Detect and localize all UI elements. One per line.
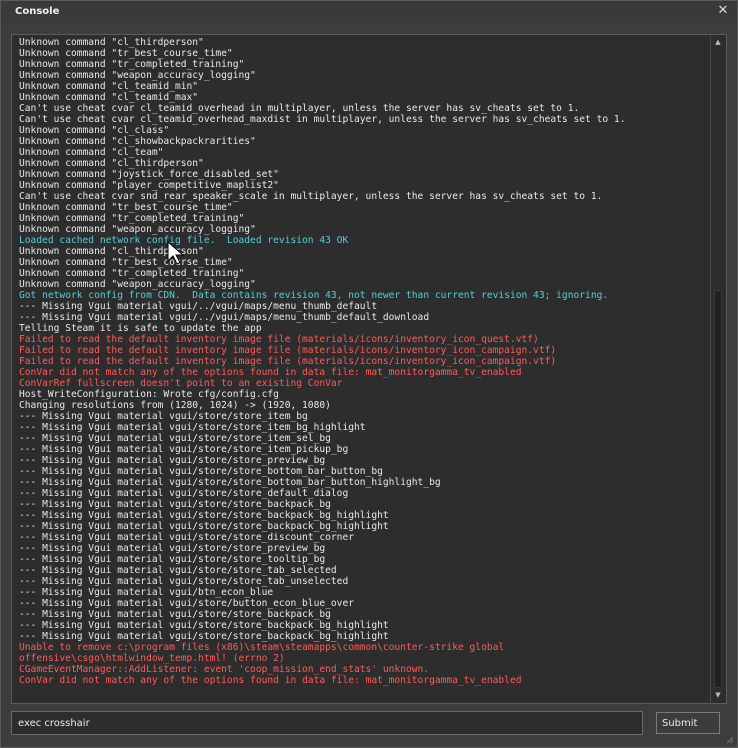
- log-line: Unknown command "joystick_force_disabled…: [19, 169, 279, 180]
- submit-button[interactable]: Submit: [656, 712, 720, 734]
- log-line: --- Missing Vgui material vgui/store/sto…: [19, 499, 331, 510]
- log-line: Unknown command "cl_class": [19, 125, 170, 136]
- log-line: Unknown command "weapon_accuracy_logging…: [19, 70, 256, 81]
- log-line: Unknown command "tr_best_course_time": [19, 202, 233, 213]
- log-line: --- Missing Vgui material vgui/btn_econ_…: [19, 587, 274, 598]
- resize-grip-icon[interactable]: [726, 736, 734, 744]
- log-line: Unknown command "weapon_accuracy_logging…: [19, 224, 256, 235]
- log-line: Telling Steam it is safe to update the a…: [19, 323, 262, 334]
- log-line: Unknown command "cl_thirdperson": [19, 37, 204, 48]
- close-icon[interactable]: ✕: [716, 3, 730, 19]
- log-line: Unknown command "cl_showbackpackrarities…: [19, 136, 256, 147]
- window-title: Console: [15, 6, 60, 17]
- log-line: --- Missing Vgui material vgui/store/sto…: [19, 576, 349, 587]
- log-line: Unknown command "tr_best_course_time": [19, 48, 233, 59]
- log-line: Can't use cheat cvar cl_teamid_overhead …: [19, 103, 580, 114]
- log-line: Unknown command "cl_teamid_max": [19, 92, 199, 103]
- log-line: Unknown command "cl_teamid_min": [19, 81, 199, 92]
- log-line: Unknown command "cl_team": [19, 147, 164, 158]
- log-line: --- Missing Vgui material vgui/store/sto…: [19, 466, 383, 477]
- log-line: --- Missing Vgui material vgui/store/sto…: [19, 433, 331, 444]
- command-input[interactable]: [11, 711, 643, 735]
- log-line: --- Missing Vgui material vgui/store/sto…: [19, 631, 389, 642]
- log-line: Unknown command "cl_thirdperson": [19, 246, 204, 257]
- log-line: Unknown command "tr_completed_training": [19, 59, 245, 70]
- log-line: --- Missing Vgui material vgui/store/sto…: [19, 455, 326, 466]
- scroll-track[interactable]: [714, 50, 722, 688]
- log-lines: Unknown command "cl_thirdperson" Unknown …: [19, 37, 709, 686]
- log-line: CGameEventManager::AddListener: event 'c…: [19, 664, 430, 675]
- log-line: Failed to read the default inventory ima…: [19, 334, 539, 345]
- log-line: Can't use cheat cvar cl_teamid_overhead_…: [19, 114, 626, 125]
- log-line: Host_WriteConfiguration: Wrote cfg/confi…: [19, 389, 279, 400]
- log-line: --- Missing Vgui material vgui/store/sto…: [19, 543, 326, 554]
- log-line: --- Missing Vgui material vgui/store/sto…: [19, 411, 308, 422]
- scroll-up-icon[interactable]: ▲: [711, 36, 725, 49]
- log-line: --- Missing Vgui material vgui/store/sto…: [19, 521, 389, 532]
- log-line: --- Missing Vgui material vgui/store/sto…: [19, 532, 355, 543]
- log-line: Changing resolutions from (1280, 1024) -…: [19, 400, 331, 411]
- log-line: Unknown command "tr_completed_training": [19, 268, 245, 279]
- log-scrollbar[interactable]: ▲ ▼: [710, 36, 725, 702]
- log-line: --- Missing Vgui material vgui/../vgui/m…: [19, 301, 378, 312]
- log-line: ConVar did not match any of the options …: [19, 367, 522, 378]
- log-line: Can't use cheat cvar snd_rear_speaker_sc…: [19, 191, 603, 202]
- log-line: Loaded cached network config file. Loade…: [19, 235, 349, 246]
- log-line: Unknown command "tr_completed_training": [19, 213, 245, 224]
- console-window: Console ✕ Unknown command "cl_thirdperso…: [0, 0, 738, 748]
- log-line: --- Missing Vgui material vgui/store/but…: [19, 598, 355, 609]
- log-line: ConVar did not match any of the options …: [19, 675, 522, 686]
- log-line: --- Missing Vgui material vgui/store/sto…: [19, 422, 366, 433]
- log-line: --- Missing Vgui material vgui/../vgui/m…: [19, 312, 430, 323]
- log-line: Got network config from CDN. Data contai…: [19, 290, 609, 301]
- log-line: --- Missing Vgui material vgui/store/sto…: [19, 554, 326, 565]
- log-line: Unknown command "cl_thirdperson": [19, 158, 204, 169]
- log-line: Failed to read the default inventory ima…: [19, 345, 557, 356]
- log-line: Unknown command "weapon_accuracy_logging…: [19, 279, 256, 290]
- log-line: --- Missing Vgui material vgui/store/sto…: [19, 565, 337, 576]
- log-line: Unknown command "player_competitive_mapl…: [19, 180, 279, 191]
- log-line: --- Missing Vgui material vgui/store/sto…: [19, 510, 389, 521]
- log-line: offensive\csgo\htmlwindow_temp.html! (er…: [19, 653, 285, 664]
- mouse-cursor-icon: [167, 241, 185, 265]
- scroll-thumb[interactable]: [714, 290, 722, 688]
- scroll-down-icon[interactable]: ▼: [711, 689, 725, 702]
- log-line: --- Missing Vgui material vgui/store/sto…: [19, 444, 349, 455]
- log-line: --- Missing Vgui material vgui/store/sto…: [19, 488, 349, 499]
- log-line: ConVarRef fullscreen doesn't point to an…: [19, 378, 343, 389]
- log-line: --- Missing Vgui material vgui/store/sto…: [19, 620, 389, 631]
- log-line: Failed to read the default inventory ima…: [19, 356, 557, 367]
- console-log[interactable]: Unknown command "cl_thirdperson" Unknown …: [11, 34, 727, 704]
- log-line: Unable to remove c:\program files (x86)\…: [19, 642, 505, 653]
- log-line: --- Missing Vgui material vgui/store/sto…: [19, 609, 331, 620]
- title-bar[interactable]: Console ✕: [1, 1, 737, 23]
- log-line: Unknown command "tr_best_course_time": [19, 257, 233, 268]
- log-line: --- Missing Vgui material vgui/store/sto…: [19, 477, 441, 488]
